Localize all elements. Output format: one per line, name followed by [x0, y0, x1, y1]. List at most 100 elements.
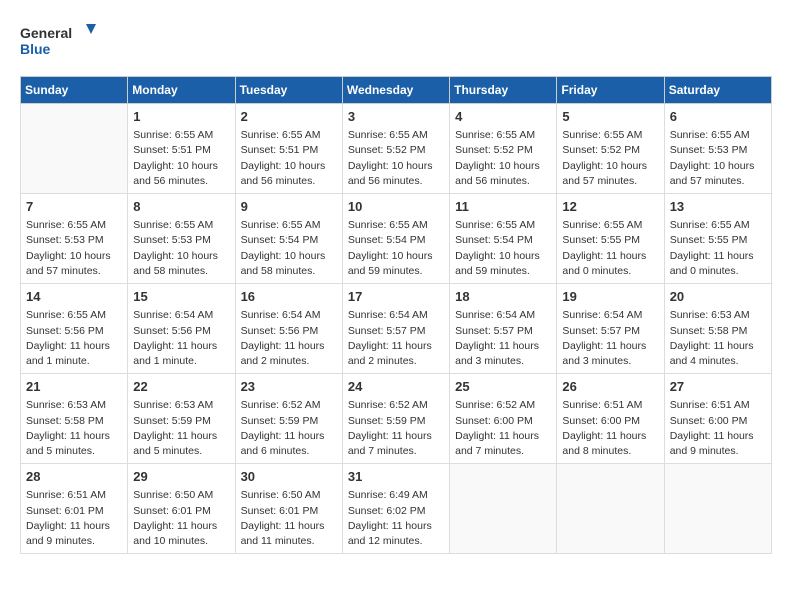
day-number: 13	[670, 198, 766, 216]
calendar-week-row: 21 Sunrise: 6:53 AM Sunset: 5:58 PM Dayli…	[21, 374, 772, 464]
calendar-day-cell: 7Sunrise: 6:55 AM Sunset: 5:53 PM Daylig…	[21, 194, 128, 284]
day-info: Sunrise: 6:49 AM Sunset: 6:02 PM Dayligh…	[348, 488, 444, 549]
day-info: Sunrise: 6:54 AM Sunset: 5:56 PM Dayligh…	[133, 308, 229, 369]
weekday-header-cell: Thursday	[450, 77, 557, 104]
day-number: 28	[26, 468, 122, 486]
day-info: Sunrise: 6:55 AM Sunset: 5:51 PM Dayligh…	[133, 128, 229, 189]
calendar-week-row: 28 Sunrise: 6:51 AM Sunset: 6:01 PM Dayli…	[21, 464, 772, 554]
calendar-day-cell: 15 Sunrise: 6:54 AM Sunset: 5:56 PM Dayli…	[128, 284, 235, 374]
day-info: Sunrise: 6:55 AM Sunset: 5:52 PM Dayligh…	[455, 128, 551, 189]
day-number: 10	[348, 198, 444, 216]
day-info: Sunrise: 6:55 AM Sunset: 5:52 PM Dayligh…	[348, 128, 444, 189]
day-info: Sunrise: 6:55 AM Sunset: 5:55 PM Dayligh…	[562, 218, 658, 279]
day-number: 23	[241, 378, 337, 396]
weekday-header-cell: Wednesday	[342, 77, 449, 104]
calendar-day-cell: 24 Sunrise: 6:52 AM Sunset: 5:59 PM Dayli…	[342, 374, 449, 464]
day-info: Sunrise: 6:51 AM Sunset: 6:00 PM Dayligh…	[562, 398, 658, 459]
day-info: Sunrise: 6:55 AM Sunset: 5:51 PM Dayligh…	[241, 128, 337, 189]
calendar-day-cell: 10 Sunrise: 6:55 AM Sunset: 5:54 PM Dayli…	[342, 194, 449, 284]
calendar-body: 1 Sunrise: 6:55 AM Sunset: 5:51 PM Daylig…	[21, 104, 772, 554]
weekday-header-cell: Sunday	[21, 77, 128, 104]
day-info: Sunrise: 6:51 AM Sunset: 6:01 PM Dayligh…	[26, 488, 122, 549]
calendar-day-cell: 3 Sunrise: 6:55 AM Sunset: 5:52 PM Daylig…	[342, 104, 449, 194]
day-number: 21	[26, 378, 122, 396]
calendar-day-cell: 13 Sunrise: 6:55 AM Sunset: 5:55 PM Dayli…	[664, 194, 771, 284]
weekday-header-cell: Tuesday	[235, 77, 342, 104]
calendar-day-cell: 1 Sunrise: 6:55 AM Sunset: 5:51 PM Daylig…	[128, 104, 235, 194]
calendar-day-cell: 6Sunrise: 6:55 AM Sunset: 5:53 PM Daylig…	[664, 104, 771, 194]
day-info: Sunrise: 6:52 AM Sunset: 6:00 PM Dayligh…	[455, 398, 551, 459]
day-info: Sunrise: 6:53 AM Sunset: 5:58 PM Dayligh…	[670, 308, 766, 369]
day-number: 30	[241, 468, 337, 486]
calendar-table: SundayMondayTuesdayWednesdayThursdayFrid…	[20, 76, 772, 554]
day-number: 27	[670, 378, 766, 396]
weekday-header-cell: Friday	[557, 77, 664, 104]
calendar-day-cell: 2 Sunrise: 6:55 AM Sunset: 5:51 PM Daylig…	[235, 104, 342, 194]
day-number: 25	[455, 378, 551, 396]
calendar-day-cell: 17 Sunrise: 6:54 AM Sunset: 5:57 PM Dayli…	[342, 284, 449, 374]
day-number: 9	[241, 198, 337, 216]
calendar-day-cell: 23 Sunrise: 6:52 AM Sunset: 5:59 PM Dayli…	[235, 374, 342, 464]
day-info: Sunrise: 6:55 AM Sunset: 5:53 PM Dayligh…	[133, 218, 229, 279]
day-number: 24	[348, 378, 444, 396]
calendar-day-cell: 16Sunrise: 6:54 AM Sunset: 5:56 PM Dayli…	[235, 284, 342, 374]
weekday-header-row: SundayMondayTuesdayWednesdayThursdayFrid…	[21, 77, 772, 104]
day-info: Sunrise: 6:52 AM Sunset: 5:59 PM Dayligh…	[348, 398, 444, 459]
calendar-day-cell: 9 Sunrise: 6:55 AM Sunset: 5:54 PM Daylig…	[235, 194, 342, 284]
day-number: 29	[133, 468, 229, 486]
day-number: 20	[670, 288, 766, 306]
day-number: 2	[241, 108, 337, 126]
calendar-week-row: 14Sunrise: 6:55 AM Sunset: 5:56 PM Dayli…	[21, 284, 772, 374]
calendar-day-cell: 4 Sunrise: 6:55 AM Sunset: 5:52 PM Daylig…	[450, 104, 557, 194]
calendar-day-cell: 21 Sunrise: 6:53 AM Sunset: 5:58 PM Dayli…	[21, 374, 128, 464]
page-header: General Blue	[20, 20, 772, 60]
calendar-day-cell	[21, 104, 128, 194]
day-number: 15	[133, 288, 229, 306]
calendar-day-cell: 28 Sunrise: 6:51 AM Sunset: 6:01 PM Dayli…	[21, 464, 128, 554]
day-info: Sunrise: 6:54 AM Sunset: 5:57 PM Dayligh…	[562, 308, 658, 369]
calendar-day-cell	[557, 464, 664, 554]
day-info: Sunrise: 6:54 AM Sunset: 5:57 PM Dayligh…	[455, 308, 551, 369]
calendar-day-cell: 14Sunrise: 6:55 AM Sunset: 5:56 PM Dayli…	[21, 284, 128, 374]
day-info: Sunrise: 6:55 AM Sunset: 5:54 PM Dayligh…	[348, 218, 444, 279]
calendar-day-cell: 8Sunrise: 6:55 AM Sunset: 5:53 PM Daylig…	[128, 194, 235, 284]
day-info: Sunrise: 6:50 AM Sunset: 6:01 PM Dayligh…	[241, 488, 337, 549]
day-number: 3	[348, 108, 444, 126]
calendar-day-cell: 20 Sunrise: 6:53 AM Sunset: 5:58 PM Dayli…	[664, 284, 771, 374]
calendar-day-cell	[450, 464, 557, 554]
weekday-header-cell: Saturday	[664, 77, 771, 104]
calendar-week-row: 1 Sunrise: 6:55 AM Sunset: 5:51 PM Daylig…	[21, 104, 772, 194]
day-info: Sunrise: 6:54 AM Sunset: 5:57 PM Dayligh…	[348, 308, 444, 369]
calendar-day-cell: 19 Sunrise: 6:54 AM Sunset: 5:57 PM Dayli…	[557, 284, 664, 374]
day-info: Sunrise: 6:50 AM Sunset: 6:01 PM Dayligh…	[133, 488, 229, 549]
day-number: 19	[562, 288, 658, 306]
logo: General Blue	[20, 20, 100, 60]
day-info: Sunrise: 6:55 AM Sunset: 5:54 PM Dayligh…	[241, 218, 337, 279]
calendar-day-cell	[664, 464, 771, 554]
day-number: 12	[562, 198, 658, 216]
calendar-day-cell: 18 Sunrise: 6:54 AM Sunset: 5:57 PM Dayli…	[450, 284, 557, 374]
day-info: Sunrise: 6:52 AM Sunset: 5:59 PM Dayligh…	[241, 398, 337, 459]
day-info: Sunrise: 6:53 AM Sunset: 5:58 PM Dayligh…	[26, 398, 122, 459]
day-info: Sunrise: 6:55 AM Sunset: 5:53 PM Dayligh…	[26, 218, 122, 279]
calendar-day-cell: 12 Sunrise: 6:55 AM Sunset: 5:55 PM Dayli…	[557, 194, 664, 284]
day-number: 26	[562, 378, 658, 396]
day-number: 1	[133, 108, 229, 126]
calendar-day-cell: 31 Sunrise: 6:49 AM Sunset: 6:02 PM Dayli…	[342, 464, 449, 554]
calendar-day-cell: 11Sunrise: 6:55 AM Sunset: 5:54 PM Dayli…	[450, 194, 557, 284]
day-info: Sunrise: 6:55 AM Sunset: 5:55 PM Dayligh…	[670, 218, 766, 279]
day-info: Sunrise: 6:55 AM Sunset: 5:56 PM Dayligh…	[26, 308, 122, 369]
day-number: 4	[455, 108, 551, 126]
day-number: 17	[348, 288, 444, 306]
calendar-day-cell: 5 Sunrise: 6:55 AM Sunset: 5:52 PM Daylig…	[557, 104, 664, 194]
logo-svg: General Blue	[20, 20, 100, 60]
day-number: 11	[455, 198, 551, 216]
calendar-day-cell: 26 Sunrise: 6:51 AM Sunset: 6:00 PM Dayli…	[557, 374, 664, 464]
day-number: 5	[562, 108, 658, 126]
day-info: Sunrise: 6:55 AM Sunset: 5:52 PM Dayligh…	[562, 128, 658, 189]
day-number: 18	[455, 288, 551, 306]
day-info: Sunrise: 6:51 AM Sunset: 6:00 PM Dayligh…	[670, 398, 766, 459]
day-info: Sunrise: 6:53 AM Sunset: 5:59 PM Dayligh…	[133, 398, 229, 459]
day-number: 31	[348, 468, 444, 486]
calendar-week-row: 7Sunrise: 6:55 AM Sunset: 5:53 PM Daylig…	[21, 194, 772, 284]
